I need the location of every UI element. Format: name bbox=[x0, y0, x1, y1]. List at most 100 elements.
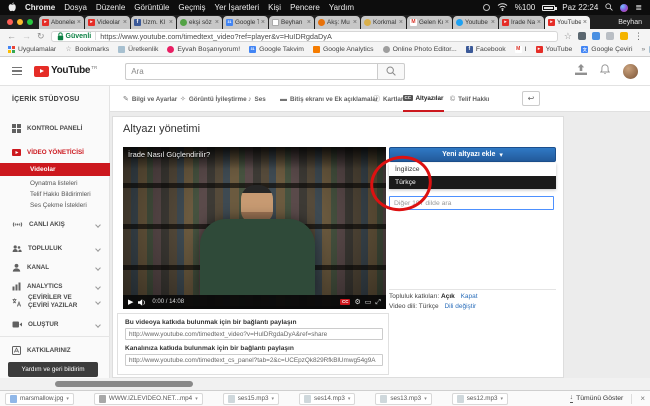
sidebar-item-canli-akis[interactable]: CANLI AKIŞ bbox=[0, 218, 110, 231]
security-status[interactable]: Güvenli bbox=[57, 32, 92, 41]
search-button[interactable] bbox=[377, 63, 405, 80]
tab-close-icon[interactable]: × bbox=[261, 19, 265, 26]
sidebar-item-analytics[interactable]: ANALYTICS bbox=[0, 280, 110, 293]
back-button[interactable]: ← bbox=[7, 32, 16, 41]
tab-close-icon[interactable]: × bbox=[77, 19, 81, 26]
language-option-turkish-highlighted[interactable]: Türkçe bbox=[389, 176, 556, 189]
tab-close-icon[interactable]: × bbox=[307, 19, 311, 26]
status-app-icon[interactable] bbox=[483, 4, 490, 11]
change-language-link[interactable]: Dili değiştir bbox=[444, 303, 476, 310]
browser-tab[interactable]: Akş: Mu× bbox=[315, 16, 360, 29]
tab-close-icon[interactable]: × bbox=[583, 19, 587, 26]
theater-mode-icon[interactable]: ▭ bbox=[365, 299, 372, 306]
extension-icon[interactable] bbox=[606, 32, 614, 40]
bookmark-item[interactable]: Facebook bbox=[466, 46, 506, 53]
menu-dosya[interactable]: Dosya bbox=[64, 3, 87, 12]
apple-menu-icon[interactable] bbox=[8, 2, 16, 14]
download-item[interactable]: ses13.mp3▾ bbox=[375, 393, 431, 405]
show-all-downloads-button[interactable]: ↓Tümünü Göster bbox=[570, 394, 624, 403]
tab-telif-hakki[interactable]: ©Telif Hakkı bbox=[450, 86, 489, 112]
sidebar-item-topluluk[interactable]: TOPLULUK bbox=[0, 242, 110, 255]
menu-goruntule[interactable]: Görüntüle bbox=[134, 3, 169, 12]
tab-close-icon[interactable]: × bbox=[399, 19, 403, 26]
browser-tab[interactable]: Google T× bbox=[223, 16, 268, 29]
download-item[interactable]: marsmallow.jpg▾ bbox=[5, 393, 74, 405]
tab-goruntu-iyilestirme[interactable]: ✧Görüntü İyileştirme bbox=[180, 86, 247, 112]
upload-icon[interactable] bbox=[575, 62, 587, 80]
browser-tab[interactable]: Gelen Ku× bbox=[407, 16, 452, 29]
reload-button[interactable]: ↻ bbox=[37, 32, 45, 41]
browser-tab[interactable]: Korkmal× bbox=[361, 16, 406, 29]
extension-icon[interactable] bbox=[620, 32, 628, 40]
menu-chrome[interactable]: Chrome bbox=[25, 3, 55, 12]
menu-duzenle[interactable]: Düzenle bbox=[96, 3, 125, 12]
caret-down-icon[interactable]: ▾ bbox=[195, 396, 198, 402]
caret-down-icon[interactable]: ▾ bbox=[66, 396, 69, 402]
add-subtitle-button[interactable]: Yeni altyazı ekle▾ bbox=[389, 147, 556, 162]
share-video-url-input[interactable] bbox=[125, 328, 383, 340]
battery-icon[interactable] bbox=[542, 5, 555, 11]
fullscreen-icon[interactable]: ⤢ bbox=[375, 299, 381, 306]
sidebar-item-ses-cekme[interactable]: Ses Çekme İstekleri bbox=[30, 202, 87, 209]
settings-gear-icon[interactable]: ⚙ bbox=[354, 299, 360, 306]
window-close-button[interactable] bbox=[7, 19, 13, 25]
menu-kisi[interactable]: Kişi bbox=[268, 3, 281, 12]
forward-button[interactable]: → bbox=[22, 32, 31, 41]
sidebar-item-katkilariniz[interactable]: KATKILARINIZ bbox=[0, 344, 110, 357]
help-feedback-button[interactable]: Yardım ve geri bildirim bbox=[8, 362, 98, 377]
notification-center-icon[interactable]: ≣ bbox=[635, 3, 642, 12]
browser-tab-active[interactable]: YouTube× bbox=[545, 16, 590, 29]
caret-down-icon[interactable]: ▾ bbox=[424, 396, 427, 402]
menu-pencere[interactable]: Pencere bbox=[290, 3, 320, 12]
caret-down-icon[interactable]: ▾ bbox=[272, 396, 275, 402]
share-channel-url-input[interactable] bbox=[125, 354, 383, 366]
caret-down-icon[interactable]: ▾ bbox=[501, 396, 504, 402]
bookmark-item[interactable]: Google Analytics bbox=[313, 46, 374, 53]
siri-icon[interactable] bbox=[620, 4, 628, 12]
bookmark-item[interactable]: I bbox=[515, 46, 527, 53]
browser-tab[interactable]: İrade Na× bbox=[499, 16, 544, 29]
bookmark-item[interactable]: Eyvah Boşanıyorum! bbox=[167, 46, 240, 53]
sidebar-item-olustur[interactable]: OLUŞTUR bbox=[0, 318, 110, 331]
bookmark-item[interactable]: Bookmarks bbox=[65, 46, 109, 53]
browser-tab[interactable]: Youtube× bbox=[453, 16, 498, 29]
search-input[interactable] bbox=[125, 63, 377, 80]
browser-tab[interactable]: ekşi söz× bbox=[177, 16, 222, 29]
browser-tab[interactable]: Beyhan× bbox=[269, 16, 314, 29]
tab-altyazilar-active[interactable]: CCAltyazılar bbox=[403, 86, 444, 112]
menu-yerisaretleri[interactable]: Yer İşaretleri bbox=[215, 3, 260, 12]
tab-close-icon[interactable]: × bbox=[537, 19, 541, 26]
sidebar-item-kontrol-paneli[interactable]: KONTROL PANELİ bbox=[0, 122, 110, 135]
sidebar-item-telif-bildirimleri[interactable]: Telif Hakkı Bildirimleri bbox=[30, 191, 91, 198]
bookmarks-overflow-icon[interactable]: » bbox=[641, 46, 645, 53]
window-minimize-button[interactable] bbox=[17, 19, 23, 25]
volume-icon[interactable] bbox=[138, 293, 147, 309]
menu-gecmis[interactable]: Geçmiş bbox=[178, 3, 205, 12]
download-item[interactable]: ses14.mp3▾ bbox=[299, 393, 355, 405]
close-downloads-icon[interactable]: × bbox=[640, 395, 645, 403]
wifi-icon[interactable] bbox=[497, 3, 508, 13]
scrollbar-thumb[interactable] bbox=[55, 381, 193, 387]
bookmark-item[interactable]: Google Takvim bbox=[249, 46, 304, 53]
download-item[interactable]: ses12.mp3▾ bbox=[452, 393, 508, 405]
language-search-input[interactable] bbox=[389, 196, 554, 210]
tab-close-icon[interactable]: × bbox=[215, 19, 219, 26]
sidebar-item-video-yoneticisi[interactable]: VİDEO YÖNETİCİSİ bbox=[0, 146, 110, 159]
tab-close-icon[interactable]: × bbox=[169, 19, 173, 26]
window-zoom-button[interactable] bbox=[27, 19, 33, 25]
bookmark-item[interactable]: Google Çeviri bbox=[581, 46, 632, 53]
download-item[interactable]: ses15.mp3▾ bbox=[223, 393, 279, 405]
chrome-profile-name[interactable]: Beyhan bbox=[618, 19, 642, 26]
browser-tab[interactable]: Videolar× bbox=[85, 16, 130, 29]
address-bar[interactable]: Güvenli https://www.youtube.com/timedtex… bbox=[51, 31, 558, 42]
youtube-logo[interactable]: YouTube TR bbox=[34, 65, 97, 77]
tab-bitis-ekrani[interactable]: ▬Bitiş ekranı ve Ek açıklamalar bbox=[280, 86, 378, 112]
browser-tab[interactable]: Aboneler× bbox=[39, 16, 84, 29]
sidebar-item-kanal[interactable]: KANAL bbox=[0, 261, 110, 274]
community-toggle-link[interactable]: Kapat bbox=[461, 293, 478, 300]
sidebar-item-oynatma-listeleri[interactable]: Oynatma listeleri bbox=[30, 180, 78, 187]
bookmark-folder[interactable]: Üretkenlik bbox=[118, 46, 158, 53]
tab-close-icon[interactable]: × bbox=[353, 19, 357, 26]
extension-icon[interactable] bbox=[578, 32, 586, 40]
tab-bilgi-ayarlar[interactable]: ✎Bilgi ve Ayarlar bbox=[123, 86, 177, 112]
